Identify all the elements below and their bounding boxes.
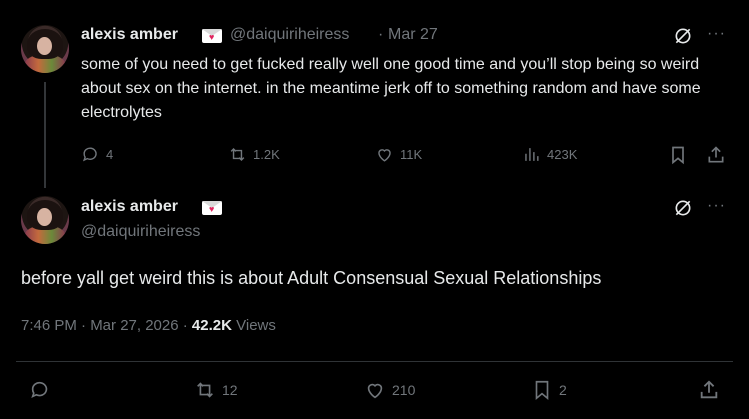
separator-dot: · (378, 26, 384, 43)
envelope-heart-badge-icon: ♥ (202, 29, 222, 43)
like-count: 210 (392, 382, 416, 398)
repost-button[interactable]: 1.2K (228, 145, 280, 164)
reply-icon (82, 147, 97, 162)
like-button[interactable]: 11K (375, 145, 422, 164)
divider (16, 361, 733, 362)
timestamp[interactable]: 7:46 PM · Mar 27, 2026 · (21, 317, 192, 334)
tweet-text: some of you need to get fucked really we… (81, 56, 701, 121)
like-button[interactable]: 210 (364, 379, 415, 401)
grok-icon[interactable] (673, 26, 693, 51)
bookmark-icon (535, 380, 549, 401)
repost-count: 1.2K (253, 147, 280, 162)
like-icon (367, 383, 383, 399)
reply-icon (31, 381, 48, 398)
share-icon[interactable] (706, 145, 726, 170)
repost-icon (230, 147, 245, 162)
repost-button[interactable]: 12 (194, 379, 238, 401)
share-icon[interactable] (698, 379, 720, 406)
views-icon (525, 148, 539, 161)
envelope-heart-badge-icon: ♥ (202, 201, 222, 215)
reply-button[interactable]: 4 (81, 145, 113, 164)
repost-count: 12 (222, 382, 238, 398)
bookmark-button[interactable]: 2 (531, 379, 567, 401)
repost-icon (197, 382, 213, 398)
grok-icon[interactable] (673, 198, 693, 223)
more-icon[interactable]: ··· (707, 197, 726, 215)
views-button[interactable]: 423K (522, 145, 577, 164)
tweet-meta: 7:46 PM · Mar 27, 2026 · 42.2K Views (21, 317, 276, 334)
like-icon (378, 149, 391, 162)
reply-count: 4 (106, 147, 114, 162)
bookmark-count: 2 (559, 382, 567, 398)
views-label: Views (236, 317, 276, 334)
view-count: 42.2K (191, 317, 232, 334)
avatar[interactable] (21, 25, 69, 73)
author-handle[interactable]: @daiquiriheiress (81, 223, 200, 241)
thread-line (44, 82, 46, 188)
author-name[interactable]: alexis amber (81, 26, 178, 44)
like-count: 11K (400, 147, 423, 162)
reply-button[interactable] (29, 379, 51, 401)
tweet-text: before yall get weird this is about Adul… (21, 268, 602, 288)
views-count: 423K (547, 147, 578, 162)
bookmark-icon[interactable] (668, 145, 688, 170)
tweet-date[interactable]: Mar 27 (388, 26, 438, 44)
more-icon[interactable]: ··· (707, 25, 726, 43)
avatar[interactable] (21, 196, 69, 244)
author-name[interactable]: alexis amber (81, 198, 178, 216)
author-handle[interactable]: @daiquiriheiress (230, 26, 349, 44)
